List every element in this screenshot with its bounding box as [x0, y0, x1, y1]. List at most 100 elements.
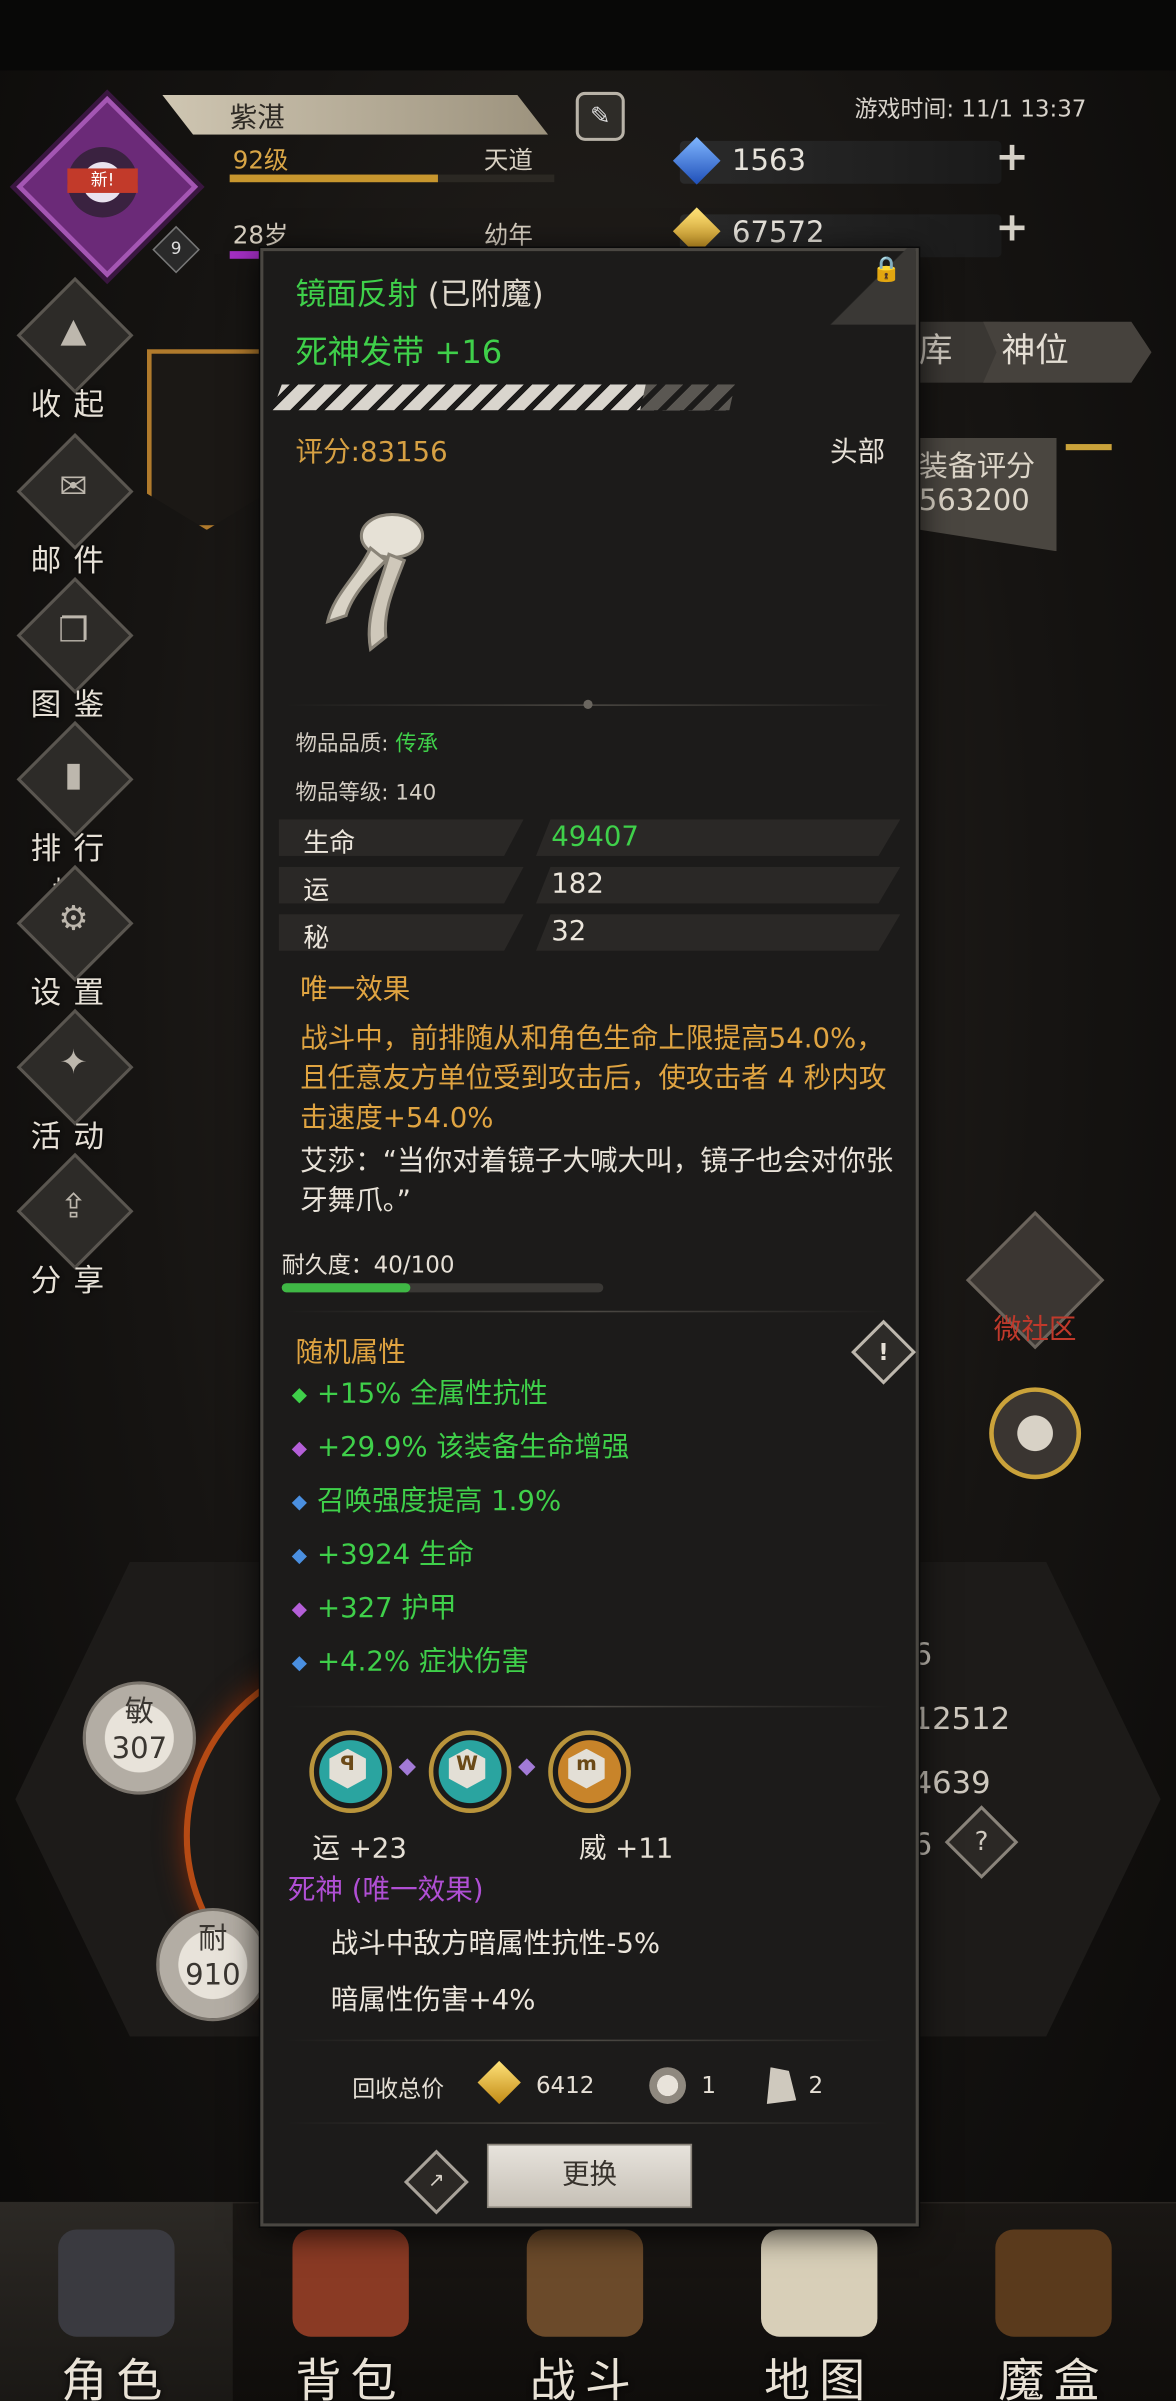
- base-stat-value: 182: [551, 868, 604, 901]
- affix-bullet-icon: [291, 1655, 307, 1671]
- menu-item-1[interactable]: ✉ 邮件: [15, 433, 134, 579]
- pencil-icon: ✎: [589, 101, 611, 131]
- menu-label: 设置: [30, 973, 117, 1011]
- flag-pole: [1065, 444, 1112, 451]
- quality-stripe-dim: [640, 384, 735, 411]
- random-attributes-title: 随机属性: [295, 1336, 406, 1369]
- set-effect-title: 死神 (唯一效果): [287, 1874, 484, 1907]
- recycle-label: 回收总价: [352, 2074, 445, 2103]
- enchant-status: (已附魔): [427, 275, 544, 313]
- edit-name-button[interactable]: ✎: [575, 91, 625, 141]
- flavor-text: 艾莎：“当你对着镜子大喊大叫，镜子也会对你张牙舞爪。”: [300, 1145, 894, 1218]
- add-gems-button[interactable]: +: [995, 135, 1028, 181]
- nav-label: 背包: [295, 2355, 406, 2401]
- base-stat-row: 生命 49407: [278, 819, 901, 859]
- item-score: 评分:83156: [295, 436, 448, 469]
- share-icon: ⇪: [59, 1188, 88, 1227]
- affix-bullet-icon: [291, 1548, 307, 1564]
- magic-box-icon: [995, 2229, 1112, 2337]
- affix-text: +327 护甲: [316, 1592, 457, 1625]
- nav-tab-1[interactable]: 背包: [234, 2202, 467, 2401]
- material-ore-icon: [649, 2067, 686, 2104]
- rune-socket[interactable]: ꟼ: [309, 1730, 392, 1813]
- gem-resource-bar: [679, 140, 1002, 184]
- replace-button[interactable]: 更换: [486, 2143, 693, 2209]
- base-stat-value: 32: [551, 915, 587, 948]
- base-stat-value: 49407: [551, 820, 639, 853]
- menu-label: 分享: [30, 1261, 117, 1299]
- enchant-title: 镜面反射 (已附魔): [296, 270, 544, 314]
- affix-text: +15% 全属性抗性: [316, 1378, 548, 1411]
- stat-agility[interactable]: 敏 307: [82, 1681, 196, 1795]
- player-name: 紫湛: [229, 102, 285, 135]
- socket-bonus-2: 威 +11: [578, 1832, 674, 1866]
- affix-bullet-icon: [291, 1601, 307, 1617]
- tab-shenwei[interactable]: 神位: [983, 321, 1152, 383]
- menu-item-3[interactable]: ▮排行榜: [15, 720, 134, 911]
- menu-item-5[interactable]: ✦ 活动: [15, 1008, 134, 1155]
- player-realm: 天道: [483, 145, 533, 175]
- affix-text: +4.2% 症状伤害: [316, 1646, 530, 1679]
- nav-label: 地图: [764, 2355, 875, 2401]
- nav-tab-2[interactable]: 战斗: [469, 2202, 702, 2401]
- item-level: 物品等级: 140: [295, 780, 437, 806]
- menu-item-0[interactable]: ▲ 收起: [15, 276, 134, 423]
- durability-fill: [281, 1283, 411, 1293]
- affix-bullet-icon: [291, 1387, 307, 1403]
- random-affix: +3924 生命: [291, 1533, 474, 1573]
- separator-dot: [583, 699, 593, 709]
- menu-item-2[interactable]: ❐ 图鉴: [15, 576, 134, 723]
- affix-text: 召唤强度提高 1.9%: [316, 1485, 562, 1518]
- base-stat-row: 运 182: [278, 866, 901, 907]
- separator: [284, 2122, 892, 2124]
- menu-item-6[interactable]: ⇪ 分享: [15, 1152, 134, 1299]
- backpack-icon: [292, 2229, 409, 2337]
- new-badge: 新!: [67, 168, 138, 193]
- separator: [284, 1705, 892, 1708]
- rune-socket[interactable]: m: [548, 1730, 631, 1813]
- rune-socket[interactable]: W: [428, 1730, 512, 1813]
- separator: [284, 1310, 892, 1313]
- quality-value: 传承: [395, 731, 439, 757]
- random-affix: +15% 全属性抗性: [291, 1372, 548, 1412]
- rune-glyph: W: [456, 1753, 479, 1777]
- menu-label: 收起: [30, 385, 117, 423]
- helmet-icon: [58, 2229, 175, 2337]
- random-affix: +4.2% 症状伤害: [291, 1640, 530, 1680]
- level-progress-fill: [229, 174, 438, 183]
- recycle-gold: 6412: [535, 2071, 595, 2100]
- menu-label: 活动: [30, 1117, 117, 1155]
- scroll-map-icon: [761, 2229, 878, 2337]
- lock-icon[interactable]: 🔒: [870, 254, 904, 291]
- nav-tab-3[interactable]: 地图: [703, 2202, 936, 2401]
- set-effect-line: 暗属性伤害+4%: [330, 1984, 536, 2017]
- nav-label: 角色: [61, 2355, 172, 2401]
- menu-label: 邮件: [30, 542, 117, 579]
- avatar-badge: 9: [152, 225, 200, 274]
- unique-effect-title: 唯一效果: [300, 973, 411, 1007]
- player-avatar[interactable]: 新! 9: [16, 95, 200, 278]
- add-gold-button[interactable]: +: [995, 205, 1028, 251]
- enchant-name: 镜面反射: [295, 275, 419, 313]
- nav-tab-0[interactable]: 角色: [0, 2201, 233, 2401]
- unique-effect-body: 战斗中，前排随从和角色生命上限提高54.0%，且任意友方单位受到攻击后，使攻击者…: [300, 1022, 887, 1135]
- random-affix: +29.9% 该装备生命增强: [291, 1426, 629, 1466]
- rune-glyph: ꟼ: [340, 1753, 355, 1777]
- nav-label: 战斗: [529, 2355, 641, 2401]
- nav-label: 魔盒: [998, 2355, 1109, 2401]
- winged-helmet-icon[interactable]: [980, 1378, 1087, 1494]
- base-stat-key: 运: [303, 875, 330, 907]
- equip-score-flag: 装备评分 563200: [912, 437, 1057, 552]
- gold-count: 67572: [731, 215, 825, 250]
- recycle-material-2: 2: [808, 2071, 824, 2100]
- equip-score-label: 装备评分: [918, 450, 1036, 484]
- menu-item-4[interactable]: ⚙ 设置: [15, 864, 134, 1011]
- rune-glyph: m: [576, 1753, 597, 1777]
- recycle-material-1: 1: [701, 2071, 716, 2100]
- community-button[interactable]: 微社区: [965, 1210, 1105, 1350]
- player-age: 28岁: [232, 220, 289, 250]
- stat-endurance[interactable]: 耐 910: [156, 1907, 270, 2022]
- separator: [284, 2039, 892, 2042]
- random-affix: +327 护甲: [291, 1586, 457, 1626]
- nav-tab-4[interactable]: 魔盒: [937, 2202, 1170, 2401]
